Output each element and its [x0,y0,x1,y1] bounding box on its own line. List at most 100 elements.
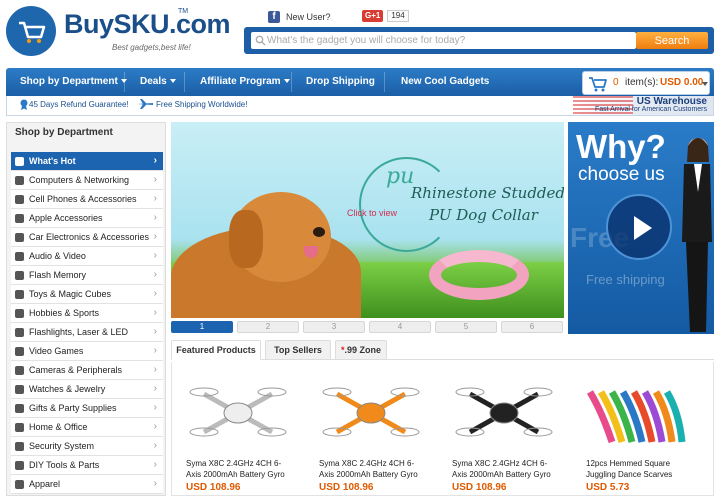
free-shipping-text: Free Shipping Worldwide! [156,99,248,109]
search-button[interactable]: Search [636,32,708,49]
product-name[interactable]: Syma X8C 2.4GHz 4CH 6-Axis 2000mAh Batte… [319,458,429,480]
search-input[interactable] [251,32,636,49]
sidebar-item-label: Apparel [29,479,61,489]
sidebar-item[interactable]: Flash Memory › [11,266,163,285]
product-card[interactable]: 12pcs Hemmed Square Juggling Dance Scarv… [572,362,702,496]
nav-label: Shop by Department [20,76,118,87]
sidebar-item[interactable]: Computers & Networking › [11,171,163,190]
product-name[interactable]: 12pcs Hemmed Square Juggling Dance Scarv… [586,458,696,480]
sidebar-item[interactable]: Video Games › [11,342,163,361]
sidebar-item[interactable]: Apple Accessories › [11,209,163,228]
airplane-icon [137,99,153,109]
play-video-icon[interactable] [606,194,672,260]
banner-page-5[interactable]: 5 [435,321,497,333]
nav-drop-shipping[interactable]: Drop Shipping [306,68,375,96]
tab-99-zone[interactable]: *.99 Zone [335,340,387,360]
nav-shop-by-department[interactable]: Shop by Department [20,68,127,96]
chevron-right-icon: › [153,402,157,413]
watch-icon [15,385,24,394]
shirt-icon [15,480,24,489]
sidebar-item-label: DIY Tools & Parts [29,460,100,470]
sidebar-item[interactable]: Gifts & Party Supplies › [11,399,163,418]
tab-featured-products[interactable]: Featured Products [171,340,261,360]
sidebar-item[interactable]: Toys & Magic Cubes › [11,285,163,304]
product-card[interactable]: Syma X8C 2.4GHz 4CH 6-Axis 2000mAh Batte… [438,362,568,496]
us-warehouse-banner[interactable]: US Warehouse Fast Arrival for American C… [573,96,713,115]
gift-icon [15,404,24,413]
sidebar-item[interactable]: DIY Tools & Parts › [11,456,163,475]
sidebar-item[interactable]: Cell Phones & Accessories › [11,190,163,209]
hero-banner[interactable]: pu Rhinestone Studded PU Dog Collar Clic… [171,122,564,318]
computer-icon [15,176,24,185]
sidebar-item[interactable]: Audio & Video › [11,247,163,266]
product-tabs: Featured Products Top Sellers *.99 Zone [171,340,714,360]
nav-new-cool-gadgets[interactable]: New Cool Gadgets [401,68,489,96]
sidebar-item-label: Hobbies & Sports [29,308,100,318]
shopping-cart-icon [589,77,607,92]
sidebar-item[interactable]: Car Electronics & Accessories › [11,228,163,247]
sidebar-item[interactable]: What's Hot › [11,152,163,171]
dog-ear-image [229,210,263,268]
banner-page-2[interactable]: 2 [237,321,299,333]
sidebar-item[interactable]: Apparel › [11,475,163,494]
product-name[interactable]: Syma X8C 2.4GHz 4CH 6-Axis 2000mAh Batte… [452,458,562,480]
sidebar-item-label: Watches & Jewelry [29,384,106,394]
sidebar-item-label: Toys & Magic Cubes [29,289,112,299]
promo-why: Why? [576,128,666,165]
refund-guarantee[interactable]: 45 Days Refund Guarantee! [19,99,129,110]
product-price: USD 5.73 [586,482,630,493]
banner-page-4[interactable]: 4 [369,321,431,333]
facebook-login[interactable]: f New User? [268,10,331,24]
cart-logo-icon [6,6,56,56]
why-choose-us-promo[interactable]: Free Why? choose us Free shipping [568,122,714,334]
dog-nose-image [313,227,325,237]
banner-page-3[interactable]: 3 [303,321,365,333]
sidebar-item-label: What's Hot [29,156,76,166]
steering-wheel-icon [15,233,24,242]
sidebar-item[interactable]: Watches & Jewelry › [11,380,163,399]
tools-icon [15,461,24,470]
search-icon [255,35,266,46]
google-plus-button[interactable]: G+1 [362,9,384,22]
sidebar-item[interactable]: Flashlights, Laser & LED › [11,323,163,342]
sidebar-item-label: Audio & Video [29,251,86,261]
product-card[interactable]: Syma X8C 2.4GHz 4CH 6-Axis 2000mAh Batte… [305,362,435,496]
free-shipping[interactable]: Free Shipping Worldwide! [137,99,247,109]
chevron-down-icon [283,79,290,84]
sidebar-item-label: Gifts & Party Supplies [29,403,117,413]
google-plus-count: 194 [387,9,409,22]
nav-divider [291,72,292,92]
refund-guarantee-text: 45 Days Refund Guarantee! [29,100,129,109]
sidebar-item[interactable]: Security System › [11,437,163,456]
sidebar-item-label: Car Electronics & Accessories [29,232,150,242]
page: BuySKU.com TM Best gadgets,best life! f … [0,0,720,496]
banner-page-1[interactable]: 1 [171,321,233,333]
site-logo[interactable]: BuySKU.com TM Best gadgets,best life! [6,6,231,56]
flashlight-icon [15,328,24,337]
tagline: Best gadgets,best life! [112,43,191,52]
banner-page-6[interactable]: 6 [501,321,563,333]
google-plus-widget[interactable]: G+1 194 [362,9,409,22]
sidebar-item-label: Cell Phones & Accessories [29,194,137,204]
product-name[interactable]: Syma X8C 2.4GHz 4CH 6-Axis 2000mAh Batte… [186,458,296,480]
sidebar-item[interactable]: Home & Office › [11,418,163,437]
chevron-down-icon [169,79,176,84]
search-bar: Search [244,27,714,54]
nav-label: Drop Shipping [306,76,375,87]
banner-click-to-view[interactable]: Click to view [347,208,397,218]
drone-image [322,387,420,437]
chevron-right-icon: › [153,250,157,261]
nav-divider [384,72,385,92]
cart-total: USD 0.00 [660,77,704,88]
new-user-link[interactable]: New User? [286,12,331,22]
security-icon [15,442,24,451]
tab-top-sellers[interactable]: Top Sellers [265,340,331,360]
product-card[interactable]: Syma X8C 2.4GHz 4CH 6-Axis 2000mAh Batte… [172,362,302,496]
banner-pager: 1 2 3 4 5 6 [171,321,564,334]
nav-deals[interactable]: Deals [140,68,176,96]
sidebar-item[interactable]: Hobbies & Sports › [11,304,163,323]
sidebar-item[interactable]: Cameras & Peripherals › [11,361,163,380]
nav-affiliate-program[interactable]: Affiliate Program [200,68,290,96]
cart-summary[interactable]: 0 item(s): USD 0.00 [582,71,710,95]
dumbbell-icon [15,309,24,318]
